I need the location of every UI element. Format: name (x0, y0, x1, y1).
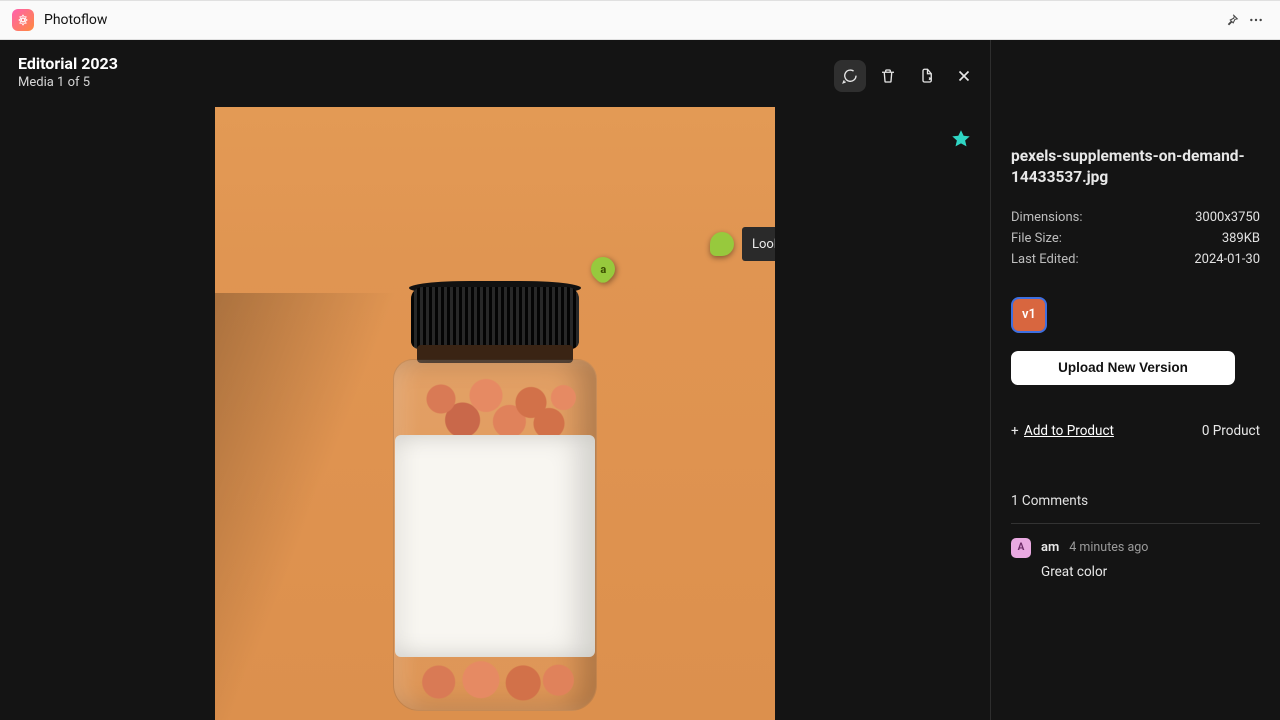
product-row: + Add to Product 0 Product (1011, 423, 1260, 439)
app-name: Photoflow (44, 12, 107, 28)
product-count: 0 Product (1202, 423, 1260, 439)
meta-dimensions: Dimensions: 3000x3750 (1011, 210, 1260, 225)
version-chip[interactable]: v1 (1011, 297, 1047, 333)
workspace: Editorial 2023 Media 1 of 5 (0, 40, 1280, 720)
annotation-pin-label: a (600, 263, 606, 276)
export-button[interactable] (910, 60, 942, 92)
delete-button[interactable] (872, 60, 904, 92)
media-counter: Media 1 of 5 (18, 75, 118, 90)
more-icon[interactable] (1244, 8, 1268, 32)
comment-bubble-icon[interactable] (710, 232, 734, 256)
add-to-product-link[interactable]: + Add to Product (1011, 423, 1114, 439)
meta-label: File Size: (1011, 231, 1062, 246)
comments-header: 1 Comments (1011, 493, 1260, 524)
image-toolbar (834, 60, 980, 92)
comment-text: Great color (1041, 564, 1260, 580)
product-illustration (383, 287, 608, 707)
canvas-wrap: a (0, 107, 990, 720)
meta-filesize: File Size: 389KB (1011, 231, 1260, 246)
meta-value: 2024-01-30 (1194, 252, 1260, 267)
comment-mode-button[interactable] (834, 60, 866, 92)
upload-new-version-button[interactable]: Upload New Version (1011, 351, 1235, 385)
collection-title: Editorial 2023 (18, 54, 118, 73)
image-area: Editorial 2023 Media 1 of 5 (0, 40, 990, 720)
comment-popover (710, 227, 775, 261)
annotation-pin[interactable]: a (586, 252, 620, 286)
meta-label: Dimensions: (1011, 210, 1083, 225)
comment-item: A am 4 minutes ago Great color (1011, 538, 1260, 580)
comment-input-box (742, 227, 775, 261)
image-header: Editorial 2023 Media 1 of 5 (18, 54, 118, 90)
comment-author: am (1041, 540, 1059, 555)
meta-label: Last Edited: (1011, 252, 1079, 267)
favorite-star-icon[interactable] (950, 128, 972, 154)
image-canvas[interactable]: a (215, 107, 775, 720)
avatar: A (1011, 538, 1031, 558)
app-logo (12, 9, 34, 31)
meta-value: 3000x3750 (1195, 210, 1260, 225)
meta-lastedited: Last Edited: 2024-01-30 (1011, 252, 1260, 267)
file-name: pexels-supplements-on-demand-14433537.jp… (1011, 146, 1260, 188)
comment-input[interactable] (752, 237, 775, 252)
title-bar: Photoflow (0, 0, 1280, 40)
pin-icon[interactable] (1220, 8, 1244, 32)
meta-value: 389KB (1222, 231, 1260, 246)
close-button[interactable] (948, 60, 980, 92)
comment-time: 4 minutes ago (1069, 540, 1148, 555)
details-sidebar: pexels-supplements-on-demand-14433537.jp… (990, 40, 1280, 720)
